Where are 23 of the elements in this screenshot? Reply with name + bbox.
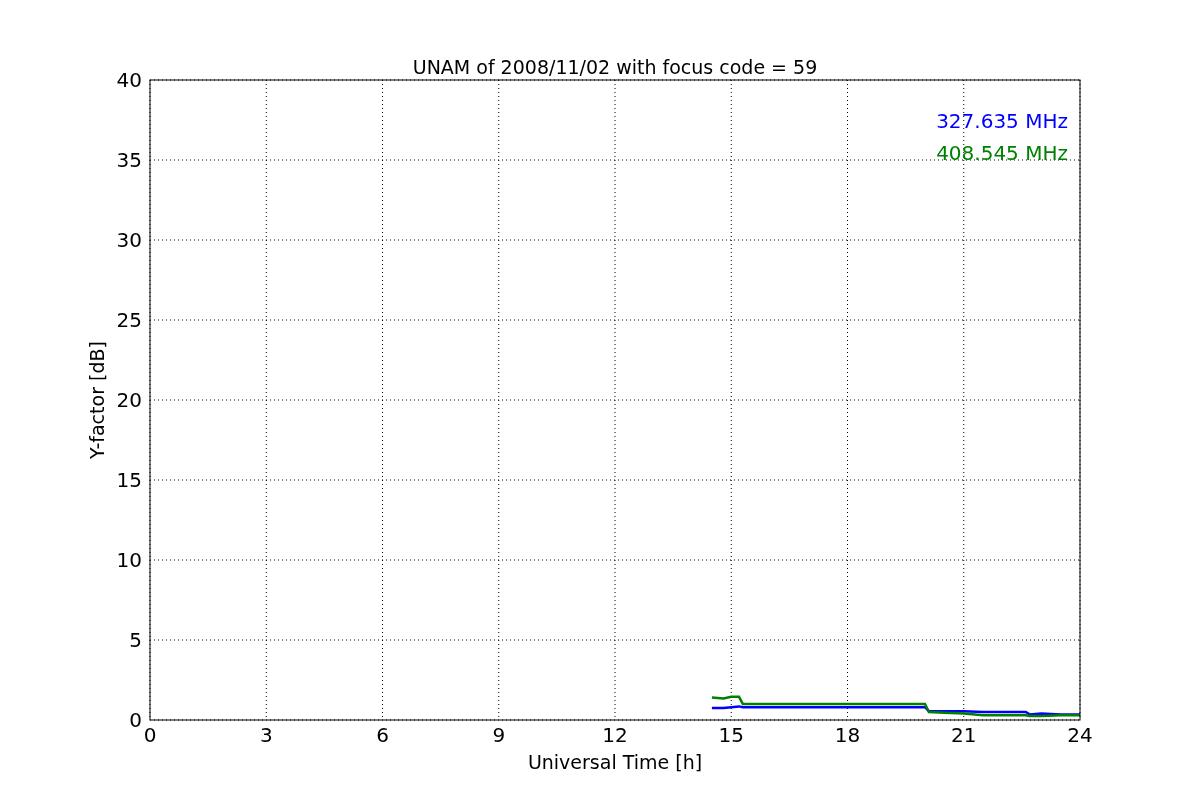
- x-tick-label: 9: [492, 723, 506, 747]
- x-tick-label: 15: [718, 723, 744, 747]
- x-tick-label: 24: [1067, 723, 1093, 747]
- y-tick-label: 5: [129, 628, 142, 652]
- y-tick-label: 25: [116, 308, 142, 332]
- chart-title: UNAM of 2008/11/02 with focus code = 59: [412, 56, 818, 78]
- y-tick-label: 15: [116, 468, 142, 492]
- legend-label: 408.545 MHz: [936, 141, 1068, 165]
- x-tick-label: 0: [143, 723, 157, 747]
- y-tick-label: 40: [116, 68, 142, 92]
- y-tick-label: 20: [116, 388, 142, 412]
- y-axis-label: Y-factor [dB]: [86, 341, 108, 459]
- y-tick-label: 0: [129, 708, 142, 732]
- y-tick-label: 30: [116, 228, 142, 252]
- x-tick-label: 21: [951, 723, 977, 747]
- y-tick-label: 35: [116, 148, 142, 172]
- y-tick-label: 10: [116, 548, 142, 572]
- x-tick-label: 18: [834, 723, 861, 747]
- legend-label: 327.635 MHz: [936, 109, 1068, 133]
- x-tick-label: 12: [602, 723, 628, 747]
- x-tick-label: 3: [259, 723, 273, 747]
- x-axis-label: Universal Time [h]: [527, 751, 703, 773]
- x-tick-label: 6: [376, 723, 389, 747]
